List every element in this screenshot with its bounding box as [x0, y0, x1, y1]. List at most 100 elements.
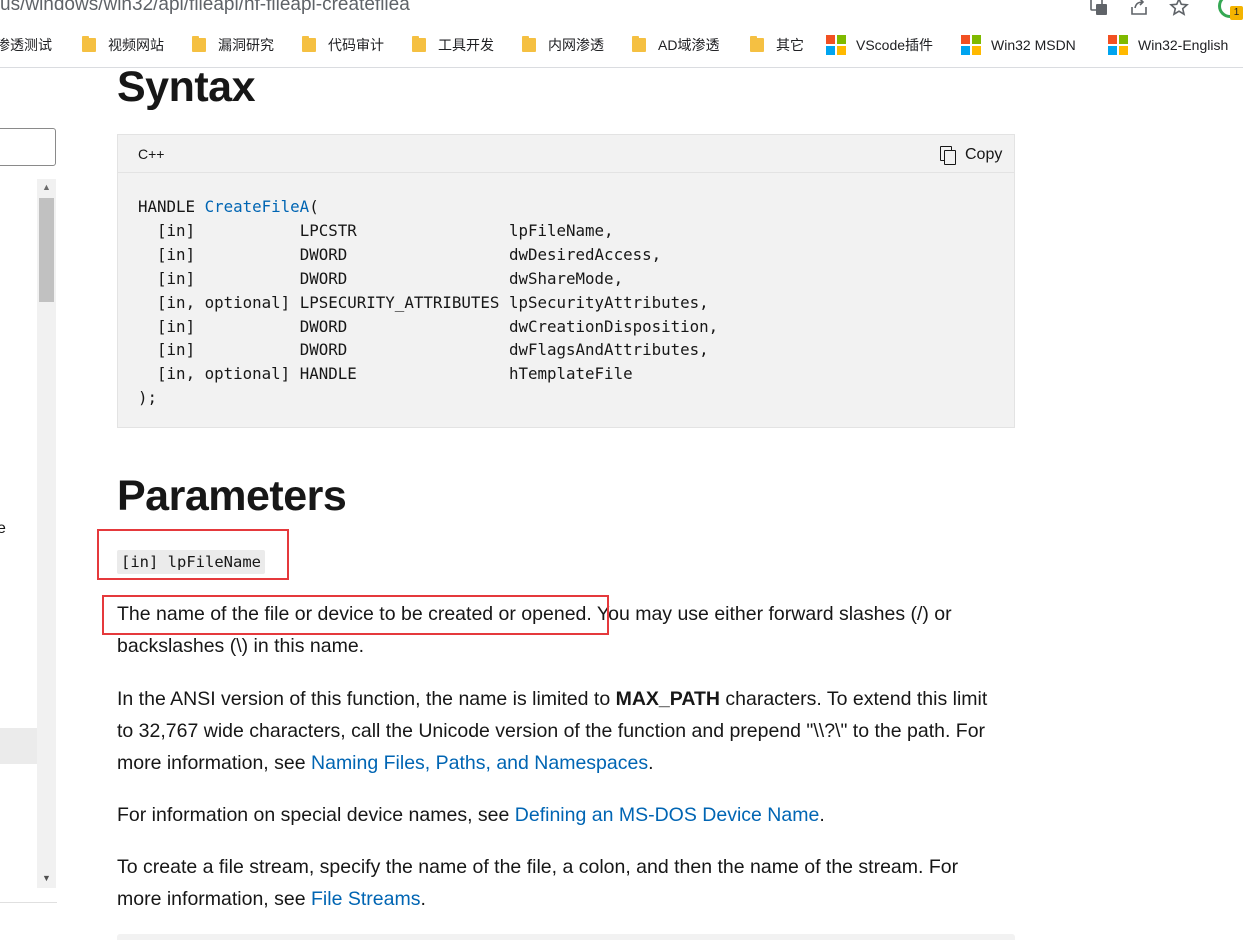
folder-icon	[82, 36, 96, 52]
bookmark-label: 工具开发	[438, 37, 494, 53]
code-param-direction: [in, optional]	[157, 292, 291, 312]
toc-selected-item[interactable]	[0, 728, 37, 764]
bookmark-other[interactable]: 其它	[750, 34, 804, 56]
microsoft-logo-icon	[1108, 35, 1128, 55]
code-param-line: [in] DWORD dwDesiredAccess,	[138, 245, 661, 264]
ansi-limit-paragraph: In the ANSI version of this function, th…	[117, 683, 997, 779]
folder-icon	[750, 36, 764, 52]
code-param-type: LPSECURITY_ATTRIBUTES	[299, 292, 500, 312]
bookmark-label: 视频网站	[108, 37, 164, 53]
text-segment: .	[819, 804, 825, 826]
code-function-name: CreateFileA	[204, 197, 310, 216]
code-param-line: [in] DWORD dwShareMode,	[138, 269, 623, 288]
bookmark-pentest[interactable]: 渗透测试	[0, 34, 52, 56]
next-code-block-edge	[117, 934, 1015, 940]
url-text[interactable]: us/windows/win32/api/fileapi/nf-fileapi-…	[0, 0, 410, 16]
bookmark-win32-msdn[interactable]: Win32 MSDN	[961, 34, 1076, 56]
code-param-lines: [in] LPCSTR lpFileName, [in] DWORD dwDes…	[138, 221, 718, 383]
bookmark-intranet-pentest[interactable]: 内网渗透	[522, 34, 604, 56]
file-stream-paragraph: To create a file stream, specify the nam…	[117, 851, 997, 915]
annotation-box-description	[102, 595, 609, 635]
code-param-type: HANDLE	[299, 364, 357, 384]
translate-icon[interactable]	[1088, 0, 1110, 19]
folder-icon	[192, 36, 206, 52]
folder-icon	[632, 36, 646, 52]
folder-icon	[412, 36, 426, 52]
syntax-heading: Syntax	[117, 63, 256, 111]
code-param-type: DWORD	[299, 340, 348, 360]
text-segment: .	[420, 888, 426, 910]
device-names-paragraph: For information on special device names,…	[117, 799, 997, 831]
extension-badge: 1	[1230, 6, 1243, 20]
code-param-line: [in] DWORD dwFlagsAndAttributes,	[138, 340, 709, 359]
bookmark-label: 渗透测试	[0, 37, 52, 53]
bookmark-video-sites[interactable]: 视频网站	[82, 34, 164, 56]
toc-scrollbar-thumb[interactable]	[39, 198, 54, 302]
code-param-line: [in, optional] HANDLE hTemplateFile	[138, 364, 633, 383]
text-segment: .	[648, 752, 654, 774]
bookmark-label: VScode插件	[856, 37, 934, 53]
code-param-name: dwDesiredAccess,	[508, 244, 662, 264]
scroll-down-icon[interactable]: ▼	[37, 870, 56, 887]
code-param-name: lpSecurityAttributes,	[508, 292, 709, 312]
text-segment: For information on special device names,…	[117, 804, 515, 826]
code-param-type: LPCSTR	[299, 220, 357, 240]
code-return-type: HANDLE	[138, 197, 205, 216]
bookmark-ad-pentest[interactable]: AD域渗透	[632, 34, 719, 56]
code-param-line: [in, optional] LPSECURITY_ATTRIBUTES lpS…	[138, 293, 709, 312]
code-open-paren: (	[309, 197, 319, 216]
code-param-line: [in] DWORD dwCreationDisposition,	[138, 317, 718, 336]
microsoft-logo-icon	[826, 35, 846, 55]
bookmark-win32-english[interactable]: Win32-English	[1108, 34, 1228, 56]
bookmark-code-audit[interactable]: 代码审计	[302, 34, 384, 56]
bookmarks-bar: 渗透测试 视频网站 漏洞研究 代码审计 工具开发 内网渗透 AD域渗透 其它 V…	[0, 22, 1243, 68]
share-icon[interactable]	[1128, 0, 1150, 19]
toc-filter-input[interactable]	[0, 128, 56, 166]
bookmark-label: 其它	[776, 37, 804, 53]
ms-dos-device-name-link[interactable]: Defining an MS-DOS Device Name	[515, 804, 820, 826]
microsoft-logo-icon	[961, 35, 981, 55]
star-icon[interactable]	[1168, 0, 1190, 19]
code-param-type: DWORD	[299, 316, 348, 336]
bookmark-label: 漏洞研究	[218, 37, 274, 53]
naming-files-link[interactable]: Naming Files, Paths, and Namespaces	[311, 752, 648, 774]
code-param-name: dwShareMode,	[508, 268, 624, 288]
bookmark-label: 代码审计	[328, 37, 384, 53]
code-close-paren: );	[138, 388, 158, 408]
bookmark-label: 内网渗透	[548, 37, 604, 53]
bookmark-tool-dev[interactable]: 工具开发	[412, 34, 494, 56]
code-param-direction: [in]	[157, 220, 196, 240]
copy-icon	[940, 146, 956, 165]
code-param-type: DWORD	[299, 268, 348, 288]
bookmark-vscode-plugins[interactable]: VScode插件	[826, 34, 933, 56]
code-param-direction: [in]	[157, 268, 196, 288]
scroll-up-icon[interactable]: ▲	[37, 179, 56, 196]
code-language-label: C++	[138, 146, 165, 162]
code-param-direction: [in, optional]	[157, 364, 291, 384]
max-path-term: MAX_PATH	[615, 688, 720, 710]
bookmark-label: Win32-English	[1138, 37, 1229, 53]
annotation-box-param-name	[97, 529, 289, 580]
code-param-direction: [in]	[157, 340, 196, 360]
parameters-heading: Parameters	[117, 472, 347, 520]
copy-label: Copy	[965, 146, 1003, 163]
toc-sidebar: ▲ ▼ e	[0, 68, 57, 940]
code-param-name: dwFlagsAndAttributes,	[508, 340, 709, 360]
bookmark-label: Win32 MSDN	[991, 37, 1076, 53]
folder-icon	[302, 36, 316, 52]
toc-item-text-fragment[interactable]: e	[0, 520, 6, 538]
code-param-type: DWORD	[299, 244, 348, 264]
address-bar[interactable]: us/windows/win32/api/fileapi/nf-fileapi-…	[0, 0, 1243, 22]
file-streams-link[interactable]: File Streams	[311, 888, 420, 910]
code-block: C++ Copy HANDLE CreateFileA( [in] LPCSTR…	[117, 134, 1015, 428]
text-segment: In the ANSI version of this function, th…	[117, 688, 616, 710]
copy-button[interactable]: Copy	[940, 144, 1002, 166]
text-segment: To create a file stream, specify the nam…	[117, 856, 959, 910]
bookmark-label: AD域渗透	[658, 37, 720, 53]
bookmark-vuln-research[interactable]: 漏洞研究	[192, 34, 274, 56]
code-block-header: C++ Copy	[118, 135, 1014, 173]
code-param-name: lpFileName,	[508, 220, 614, 240]
divider	[0, 902, 57, 903]
folder-icon	[522, 36, 536, 52]
code-param-name: hTemplateFile	[508, 364, 633, 384]
